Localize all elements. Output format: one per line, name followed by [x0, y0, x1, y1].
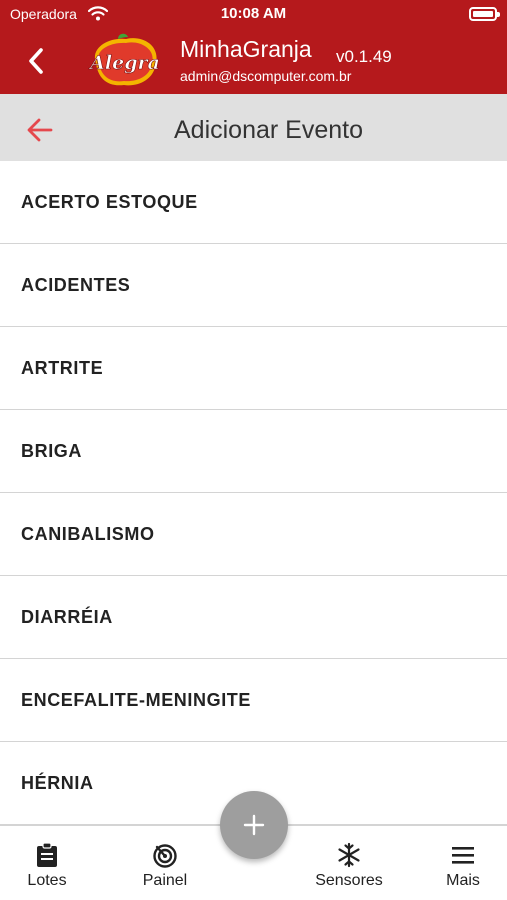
battery-icon	[469, 7, 500, 21]
clipboard-icon	[37, 842, 57, 867]
list-item[interactable]: CANIBALISMO	[0, 493, 507, 576]
list-item[interactable]: DIARRÉIA	[0, 576, 507, 659]
status-bar: Operadora 10:08 AM	[0, 0, 507, 28]
nav-item-lotes[interactable]: Lotes	[0, 826, 94, 900]
user-email: admin@dscomputer.com.br	[180, 68, 352, 84]
app-version: v0.1.49	[336, 47, 392, 66]
nav-item-mais[interactable]: Mais	[416, 826, 507, 900]
plus-icon	[243, 814, 265, 836]
page-header: Adicionar Evento	[0, 94, 507, 167]
list-item[interactable]: ACERTO ESTOQUE	[0, 161, 507, 244]
list-item[interactable]: ENCEFALITE-MENINGITE	[0, 659, 507, 742]
chevron-left-icon[interactable]	[22, 44, 52, 78]
app-header: Alegra MinhaGranja v0.1.49 admin@dscompu…	[0, 28, 507, 94]
nav-item-sensores[interactable]: Sensores	[302, 826, 396, 900]
list-item[interactable]: ACIDENTES	[0, 244, 507, 327]
nav-label-lotes: Lotes	[27, 872, 67, 889]
page-title: Adicionar Evento	[173, 116, 363, 144]
list-item[interactable]: ARTRITE	[0, 327, 507, 410]
menu-icon	[452, 847, 474, 864]
nav-label-sensores: Sensores	[315, 872, 383, 889]
nav-label-mais: Mais	[446, 872, 480, 889]
add-event-button[interactable]	[220, 791, 288, 859]
alegra-logo: Alegra	[88, 33, 160, 86]
nav-label-painel: Painel	[142, 872, 188, 889]
svg-text:Alegra: Alegra	[88, 52, 160, 74]
nav-item-painel[interactable]: Painel	[118, 826, 212, 900]
radar-icon	[153, 844, 177, 868]
status-time: 10:08 AM	[220, 5, 287, 22]
app-name: MinhaGranja	[180, 36, 312, 62]
list-item[interactable]: BRIGA	[0, 410, 507, 493]
battery-level	[473, 11, 493, 17]
event-list: ACERTO ESTOQUE ACIDENTES ARTRITE BRIGA C…	[0, 161, 507, 825]
snowflake-icon	[338, 842, 360, 868]
